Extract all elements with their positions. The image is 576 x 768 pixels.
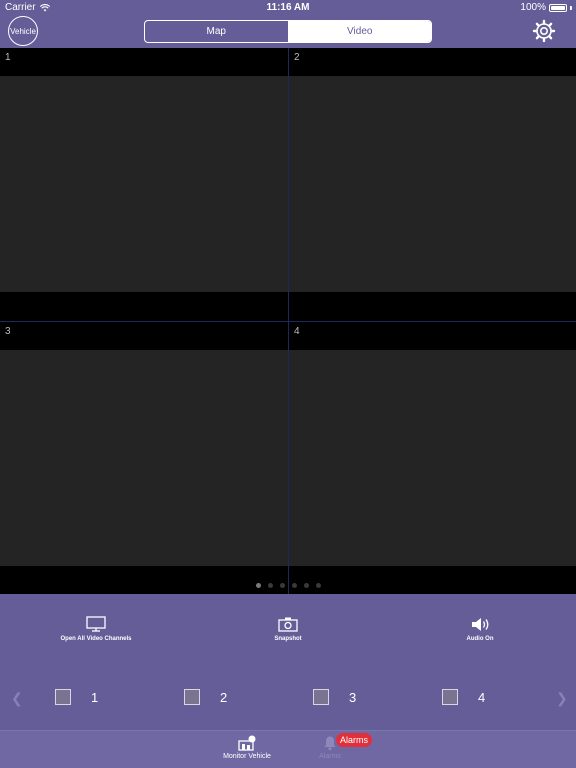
page-dot[interactable] <box>303 583 309 588</box>
battery-icon <box>549 3 567 12</box>
checkbox-label: 3 <box>349 689 357 705</box>
checkbox[interactable] <box>313 689 329 705</box>
chevron-left-icon[interactable]: ❮ <box>11 690 23 707</box>
video-grid: 1 2 3 4 <box>0 48 576 594</box>
video-view <box>0 350 288 566</box>
page-indicator[interactable] <box>0 583 576 588</box>
channel-number: 4 <box>294 326 300 337</box>
checkbox[interactable] <box>55 689 71 705</box>
tab-label: Alarms <box>319 753 341 760</box>
audio-label: Audio On <box>466 636 494 642</box>
video-channel-1[interactable]: 1 <box>0 48 288 321</box>
segment-map[interactable]: Map <box>145 21 289 42</box>
monitor-icon <box>86 616 106 632</box>
video-view <box>0 76 288 292</box>
page-dot[interactable] <box>255 583 261 588</box>
video-view <box>289 350 576 566</box>
page-dot[interactable] <box>279 583 285 588</box>
checkbox[interactable] <box>442 689 458 705</box>
tab-bar: Monitor Vehicle Alarms <box>0 730 576 768</box>
checkbox-label: 1 <box>91 689 99 705</box>
page-dot[interactable] <box>315 583 321 588</box>
video-channel-2[interactable]: 2 <box>288 48 576 321</box>
open-all-label: Open All Video Channels <box>60 636 132 642</box>
page-dot[interactable] <box>267 583 273 588</box>
gear-icon[interactable] <box>532 19 556 43</box>
channel-number: 3 <box>5 326 11 337</box>
control-panel: Open All Video Channels Snapshot Audio O… <box>0 594 576 730</box>
checkbox[interactable] <box>184 689 200 705</box>
page-dot[interactable] <box>291 583 297 588</box>
channel-number: 1 <box>5 52 11 63</box>
channel-checkbox-1[interactable]: 1 <box>55 689 98 705</box>
video-channel-4[interactable]: 4 <box>288 321 576 594</box>
tab-label: Monitor Vehicle <box>223 753 271 760</box>
channel-checkbox-3[interactable]: 3 <box>313 689 356 705</box>
segment-video[interactable]: Video <box>288 21 431 42</box>
speaker-icon <box>472 618 489 631</box>
battery-percent: 100% <box>520 2 546 13</box>
snapshot-label: Snapshot <box>274 636 302 642</box>
snapshot-button[interactable]: Snapshot <box>268 616 308 642</box>
alarms-badge: Alarms <box>336 733 373 747</box>
top-header: Carrier 11:16 AM 100% Vehicle Map Video <box>0 0 576 48</box>
camera-icon <box>278 617 298 632</box>
tab-monitor-vehicle[interactable]: Monitor Vehicle <box>212 735 282 760</box>
channel-checkbox-4[interactable]: 4 <box>442 689 485 705</box>
vehicle-button[interactable]: Vehicle <box>8 16 38 46</box>
battery-tip <box>570 5 572 10</box>
chevron-right-icon[interactable]: ❯ <box>556 690 568 707</box>
status-time: 11:16 AM <box>266 2 310 13</box>
checkbox-label: 4 <box>478 689 486 705</box>
battery-status: 100% <box>520 2 572 13</box>
channel-number: 2 <box>294 52 300 63</box>
video-view <box>289 76 576 292</box>
checkbox-label: 2 <box>220 689 228 705</box>
audio-on-button[interactable]: Audio On <box>460 616 500 642</box>
monitor-vehicle-icon <box>238 735 256 751</box>
channel-checkbox-2[interactable]: 2 <box>184 689 227 705</box>
status-bar: Carrier 11:16 AM 100% <box>0 0 576 16</box>
view-switcher: Map Video <box>144 20 432 43</box>
open-all-channels-button[interactable]: Open All Video Channels <box>58 616 134 642</box>
video-channel-3[interactable]: 3 <box>0 321 288 594</box>
